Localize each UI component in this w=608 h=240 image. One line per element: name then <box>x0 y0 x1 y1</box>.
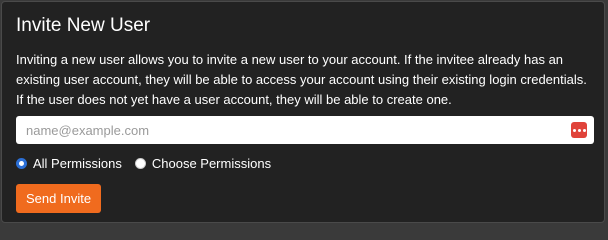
email-input[interactable] <box>16 116 556 144</box>
email-field <box>16 116 594 144</box>
dialog-title: Invite New User <box>16 15 151 36</box>
send-invite-button[interactable]: Send Invite <box>16 184 102 213</box>
radio-checked-icon[interactable] <box>16 157 27 169</box>
invite-user-panel: Invite New User Inviting a new user allo… <box>1 1 605 223</box>
radio-choose-permissions[interactable]: Choose Permissions <box>134 155 272 171</box>
radio-unchecked-icon[interactable] <box>134 157 146 169</box>
radio-all-permissions[interactable]: All Permissions <box>16 156 122 171</box>
radio-label: Choose Permissions <box>151 155 272 171</box>
permissions-radio-group: All Permissions Choose Permissions <box>16 155 284 171</box>
dialog-description: Inviting a new user allows you to invite… <box>16 52 587 107</box>
radio-label: All Permissions <box>33 155 122 171</box>
password-manager-icon[interactable] <box>571 122 587 138</box>
